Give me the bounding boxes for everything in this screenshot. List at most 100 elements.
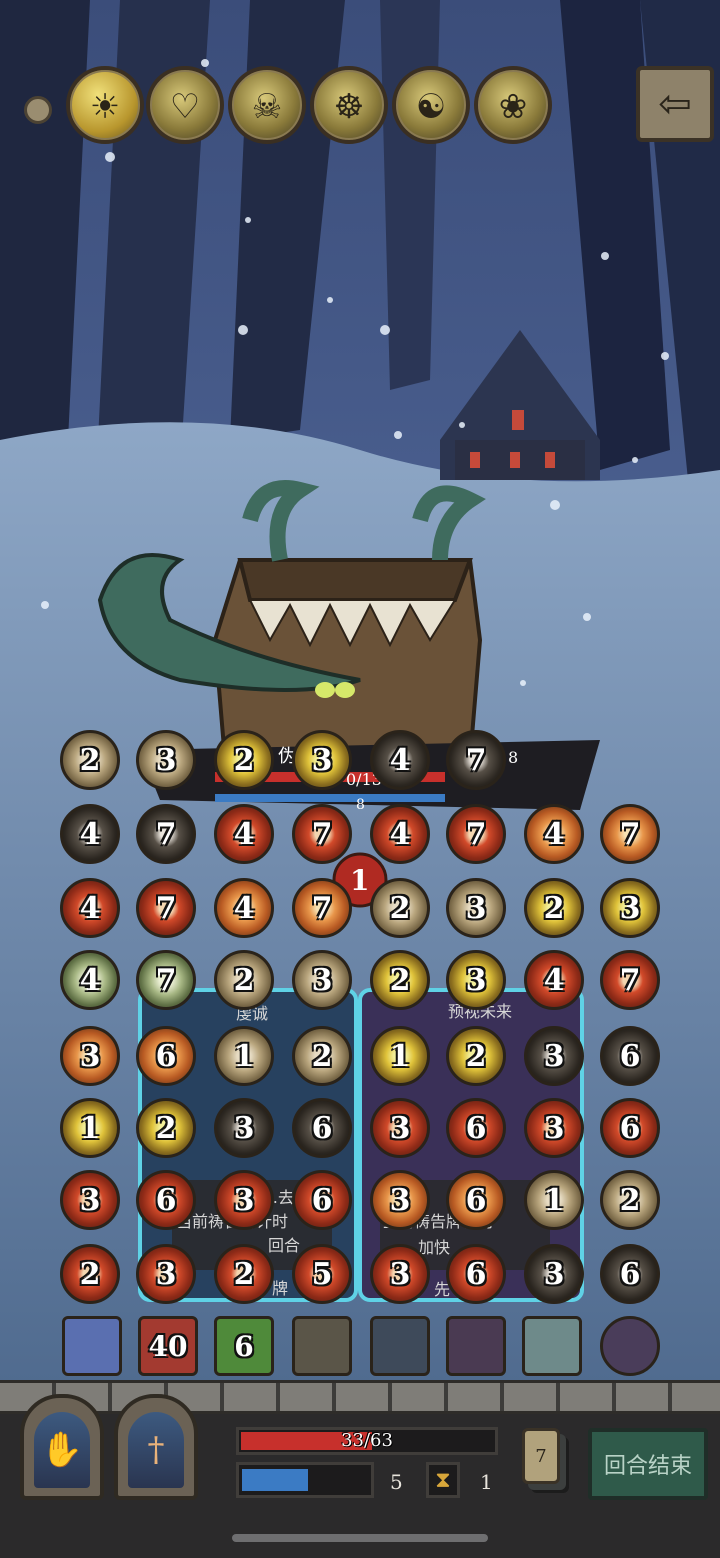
coin-token[interactable]: 2: [370, 950, 430, 1010]
stone-wall-divider: [0, 1380, 720, 1414]
blessing-hand-icon: ✋: [40, 1430, 84, 1470]
healing-circle-icon[interactable]: 6: [214, 1316, 274, 1376]
coin-token[interactable]: 2: [214, 950, 274, 1010]
coin-token[interactable]: 3: [524, 1244, 584, 1304]
player-mana-fill: [242, 1469, 308, 1491]
coin-token[interactable]: 7: [446, 804, 506, 864]
coin-token[interactable]: 4: [60, 804, 120, 864]
coin-token[interactable]: 3: [60, 1170, 120, 1230]
monk-portrait-icon: ☯: [415, 87, 447, 127]
shrine-dagger[interactable]: †: [114, 1394, 198, 1500]
enemy-side-value: 8: [508, 748, 519, 767]
mace-skill-icon[interactable]: 40: [138, 1316, 198, 1376]
menu-dot-button[interactable]: [24, 96, 52, 124]
coin-token[interactable]: 3: [292, 730, 352, 790]
coin-token[interactable]: 5: [292, 1244, 352, 1304]
coin-token[interactable]: 7: [136, 804, 196, 864]
coin-token[interactable]: 3: [136, 1244, 196, 1304]
home-indicator: [232, 1534, 488, 1542]
coin-token[interactable]: 6: [600, 1098, 660, 1158]
coin-token[interactable]: 7: [446, 730, 506, 790]
coin-token[interactable]: 2: [524, 878, 584, 938]
coin-token[interactable]: 4: [214, 878, 274, 938]
coin-token[interactable]: 3: [60, 1026, 120, 1086]
coin-token[interactable]: 3: [214, 1098, 274, 1158]
coin-token[interactable]: 6: [292, 1098, 352, 1158]
priest-skill-icon[interactable]: [292, 1316, 352, 1376]
coin-token[interactable]: 2: [600, 1170, 660, 1230]
coin-token[interactable]: 3: [214, 1170, 274, 1230]
coin-token[interactable]: 1: [60, 1098, 120, 1158]
mana-value: 5: [390, 1470, 403, 1494]
coin-token[interactable]: 6: [600, 1244, 660, 1304]
portrait-2[interactable]: ♡: [146, 66, 224, 144]
coin-token[interactable]: 4: [524, 804, 584, 864]
portrait-5[interactable]: ☯: [392, 66, 470, 144]
coin-token[interactable]: 7: [600, 804, 660, 864]
coin-token[interactable]: 1: [370, 1026, 430, 1086]
shrine-blessing[interactable]: ✋: [20, 1394, 104, 1500]
end-turn-button[interactable]: 回合结束: [588, 1428, 708, 1500]
demon-skill-icon[interactable]: [446, 1316, 506, 1376]
moon-orb-icon[interactable]: [522, 1316, 582, 1376]
coin-token[interactable]: 3: [524, 1026, 584, 1086]
enemy-intent-value: 1: [350, 864, 370, 897]
coin-token[interactable]: 3: [600, 878, 660, 938]
holy-book-icon[interactable]: [370, 1316, 430, 1376]
coin-token[interactable]: 6: [136, 1170, 196, 1230]
coin-token[interactable]: 7: [600, 950, 660, 1010]
coin-token[interactable]: 7: [136, 878, 196, 938]
coin-token[interactable]: 2: [136, 1098, 196, 1158]
coin-token[interactable]: 6: [446, 1098, 506, 1158]
card-1-line-3: 回合: [268, 1236, 301, 1255]
coin-token[interactable]: 6: [136, 1026, 196, 1086]
coin-token[interactable]: 7: [292, 804, 352, 864]
coin-token[interactable]: 7: [136, 950, 196, 1010]
end-turn-label: 回合结束: [603, 1454, 692, 1479]
coin-token[interactable]: 4: [370, 804, 430, 864]
angel-portrait-icon: ♡: [169, 87, 201, 127]
purple-book-icon[interactable]: [600, 1316, 660, 1376]
coin-token[interactable]: 1: [524, 1170, 584, 1230]
coin-token[interactable]: 6: [446, 1244, 506, 1304]
enemy-armor-value: 8: [356, 797, 365, 813]
coin-token[interactable]: 4: [60, 878, 120, 938]
lightning-strike-icon[interactable]: [62, 1316, 122, 1376]
coin-token[interactable]: 3: [446, 950, 506, 1010]
coin-token[interactable]: 2: [370, 878, 430, 938]
coin-token[interactable]: 2: [60, 1244, 120, 1304]
back-button[interactable]: ⇦: [636, 66, 714, 142]
coin-token[interactable]: 7: [292, 878, 352, 938]
coin-token[interactable]: 2: [214, 730, 274, 790]
hourglass-icon: ⧗: [426, 1462, 460, 1498]
draw-pile-button[interactable]: 7: [522, 1428, 560, 1484]
portrait-6[interactable]: ❀: [474, 66, 552, 144]
coin-token[interactable]: 2: [446, 1026, 506, 1086]
portrait-4[interactable]: ☸: [310, 66, 388, 144]
coin-token[interactable]: 2: [214, 1244, 274, 1304]
coin-token[interactable]: 4: [524, 950, 584, 1010]
coin-token[interactable]: 4: [370, 730, 430, 790]
coin-token[interactable]: 3: [446, 878, 506, 938]
timer-value: 1: [480, 1470, 493, 1494]
coin-token[interactable]: 3: [370, 1244, 430, 1304]
arrow-left-icon: ⇦: [658, 81, 692, 127]
coin-token[interactable]: 6: [446, 1170, 506, 1230]
coin-token[interactable]: 4: [214, 804, 274, 864]
coin-token[interactable]: 6: [292, 1170, 352, 1230]
golden-coin-portrait-icon: ☀: [89, 87, 121, 127]
coin-token[interactable]: 3: [524, 1098, 584, 1158]
coin-token[interactable]: 3: [370, 1170, 430, 1230]
coin-token[interactable]: 1: [214, 1026, 274, 1086]
coin-token[interactable]: 3: [136, 730, 196, 790]
portrait-3[interactable]: ☠: [228, 66, 306, 144]
coin-token[interactable]: 2: [60, 730, 120, 790]
card-1-footer: 牌: [272, 1279, 289, 1298]
coin-token[interactable]: 3: [370, 1098, 430, 1158]
coin-token[interactable]: 6: [600, 1026, 660, 1086]
coin-token[interactable]: 3: [292, 950, 352, 1010]
portrait-1[interactable]: ☀: [66, 66, 144, 144]
coin-token[interactable]: 4: [60, 950, 120, 1010]
coin-token[interactable]: 2: [292, 1026, 352, 1086]
player-mana-bar: [236, 1462, 374, 1498]
